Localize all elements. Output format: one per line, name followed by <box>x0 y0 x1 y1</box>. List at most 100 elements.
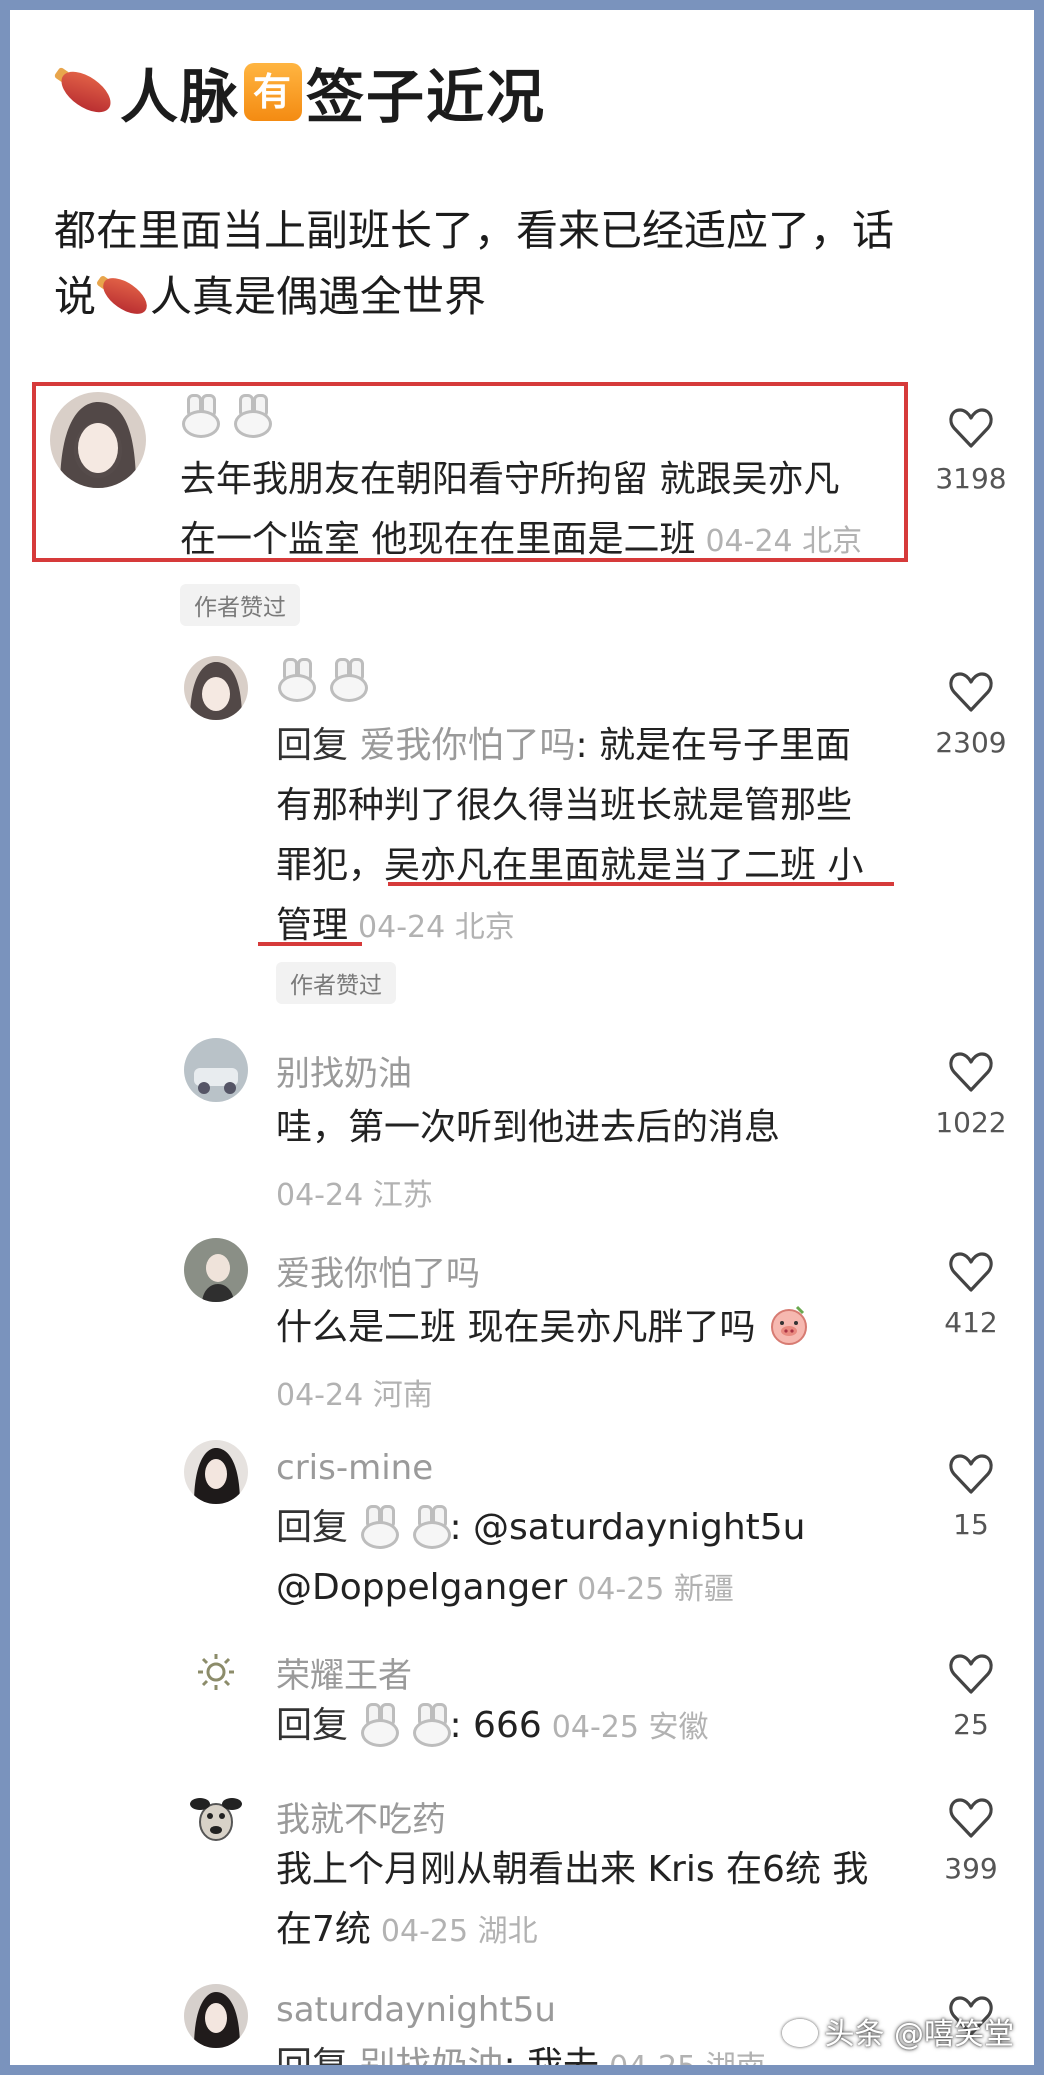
avatar[interactable] <box>184 1640 248 1704</box>
reply-prefix: 回复 <box>276 725 349 766</box>
post-title: 人脉 有 签子近况 <box>53 50 547 134</box>
bunny-icon <box>232 394 272 438</box>
heart-icon[interactable] <box>948 1452 994 1496</box>
comment-meta: 04-25 新疆 <box>577 1572 734 1607</box>
reply-target[interactable] <box>359 1505 452 1549</box>
username[interactable]: 别找奶油 <box>276 1046 412 1095</box>
comment-text: 什么是二班 现在吴亦凡胖了吗 <box>276 1298 811 1358</box>
liked-by-author-badge: 作者赞过 <box>276 962 396 1004</box>
avatar[interactable] <box>184 1984 248 2048</box>
comment-meta: 04-24 北京 <box>705 524 863 559</box>
avatar[interactable] <box>184 1784 248 1848</box>
like-count: 15 <box>953 1508 989 1541</box>
like-count: 1022 <box>935 1106 1007 1139</box>
comment-line-text: : 我去 <box>503 2045 599 2065</box>
username-bunnies[interactable] <box>180 394 272 443</box>
bunny-icon <box>180 394 220 438</box>
heart-icon[interactable] <box>948 1796 994 1840</box>
reply-prefix: 回复 <box>276 1507 349 1548</box>
avatar[interactable] <box>184 1238 248 1302</box>
comment-meta: 04-24 河南 <box>276 1378 433 1413</box>
post-body-text: 人真是偶遇全世界 <box>150 272 487 321</box>
comment-line-text: : 就是在号子里面 <box>575 725 852 766</box>
comment-text: 去年我朋友在朝阳看守所拘留 就跟吴亦凡 在一个监室 他现在在里面是二班 04-24… <box>180 450 862 572</box>
comment-line-text: 什么是二班 现在吴亦凡胖了吗 <box>276 1307 756 1348</box>
comment-line: 罪犯，吴亦凡在里面就是当了二班 小 <box>276 845 864 886</box>
comment-line-text: 管理 <box>276 905 349 946</box>
avatar[interactable] <box>184 656 248 720</box>
avatar[interactable] <box>184 1440 248 1504</box>
comment-line-text: 在一个监室 他现在在里面是二班 <box>180 519 696 560</box>
comment-meta: 04-25 安徽 <box>551 1710 709 1745</box>
reply-prefix: 回复 <box>276 2045 348 2065</box>
sweet-potato-icon <box>95 271 153 321</box>
title-text-2: 签子近况 <box>306 63 547 131</box>
bunny-icon <box>359 1703 400 1747</box>
comment-meta: 04-25 湖北 <box>380 1914 538 1949</box>
comment-text: 回复 : 666 04-25 安徽 <box>276 1696 708 1758</box>
comment-line: 在7统 04-25 湖北 <box>276 1900 868 1962</box>
heart-icon[interactable] <box>948 670 994 714</box>
heart-icon[interactable] <box>948 406 994 450</box>
username[interactable]: saturdaynight5u <box>276 1990 556 2030</box>
username[interactable]: 我就不吃药 <box>276 1792 446 1841</box>
comment-line: 在一个监室 他现在在里面是二班 04-24 北京 <box>180 510 862 572</box>
comment-line: 我上个月刚从朝看出来 Kris 在6统 我 <box>276 1849 869 1890</box>
comment-text: 回复 别找奶油: 我去 04-25 湖南 <box>276 2036 766 2065</box>
username-bunnies[interactable] <box>276 658 368 707</box>
comment-meta: 04-24 江苏 <box>276 1178 433 1213</box>
comment-meta: 04-24 北京 <box>358 910 515 945</box>
comment-text: 回复 : @saturdaynight5u @Doppelganger 04-25… <box>276 1498 806 1620</box>
highlight-underline <box>388 882 894 886</box>
reply-prefix: 回复 <box>276 1705 349 1746</box>
comment-line: 管理 04-24 北京 <box>276 896 863 958</box>
bunny-icon <box>359 1505 400 1549</box>
title-badge: 有 <box>244 63 303 121</box>
mention-link[interactable]: @Doppelganger <box>276 1567 567 1608</box>
title-text-1: 人脉 <box>120 63 241 131</box>
highlight-underline <box>258 942 362 946</box>
liked-by-author-badge: 作者赞过 <box>180 584 300 626</box>
like-count: 25 <box>953 1708 989 1741</box>
like-count: 2309 <box>935 726 1007 759</box>
like-count: 3198 <box>935 462 1007 495</box>
bunny-icon <box>411 1505 452 1549</box>
sweet-potato-icon <box>53 63 118 121</box>
watermark-text: 头条 @嘻笑堂 <box>824 2017 1014 2052</box>
post-body-text: 说 <box>54 272 97 321</box>
bunny-icon <box>276 658 316 702</box>
comment-text: 我上个月刚从朝看出来 Kris 在6统 我 在7统 04-25 湖北 <box>276 1840 868 1962</box>
username[interactable]: cris-mine <box>276 1448 433 1488</box>
bunny-icon <box>328 658 368 702</box>
comment-line: 回复 : @saturdaynight5u <box>276 1498 806 1558</box>
comment-line: 有那种判了很久得当班长就是管那些 <box>276 785 853 826</box>
reply-target[interactable] <box>359 1703 452 1747</box>
username[interactable]: 荣耀王者 <box>276 1648 412 1697</box>
post-body: 都在里面当上副班长了，看来已经适应了，话 说 人真是偶遇全世界 <box>54 198 984 330</box>
comment-text: 回复 爱我你怕了吗: 就是在号子里面 有那种判了很久得当班长就是管那些 罪犯，吴… <box>276 716 863 958</box>
comment-line-text: : @saturdaynight5u <box>449 1507 806 1548</box>
heart-icon[interactable] <box>948 1652 994 1696</box>
comment-line: @Doppelganger 04-25 新疆 <box>276 1558 806 1620</box>
post-screenshot: 人脉 有 签子近况 都在里面当上副班长了，看来已经适应了，话 说 人真是偶遇全世界… <box>10 10 1034 2065</box>
comment-line: 去年我朋友在朝阳看守所拘留 就跟吴亦凡 <box>180 459 840 500</box>
comment-text: 哇，第一次听到他进去后的消息 <box>276 1107 781 1148</box>
comment-meta: 04-25 湖南 <box>609 2050 766 2065</box>
pig-face-icon <box>770 1305 807 1345</box>
comment-line-text: 在7统 <box>276 1909 371 1950</box>
weibo-logo-icon <box>782 2019 819 2047</box>
reply-target[interactable]: 别找奶油 <box>359 2045 503 2065</box>
avatar[interactable] <box>50 392 146 488</box>
like-count: 412 <box>944 1306 998 1339</box>
avatar[interactable] <box>184 1038 248 1102</box>
username[interactable]: 爱我你怕了吗 <box>276 1246 480 1295</box>
post-body-line2: 说 人真是偶遇全世界 <box>54 264 984 330</box>
bunny-icon <box>411 1703 452 1747</box>
post-body-line1: 都在里面当上副班长了，看来已经适应了，话 <box>54 206 895 255</box>
comment-line-text: : 666 <box>449 1705 542 1746</box>
watermark: 头条 @嘻笑堂 <box>782 2009 1014 2053</box>
heart-icon[interactable] <box>948 1250 994 1294</box>
heart-icon[interactable] <box>948 1050 994 1094</box>
reply-target[interactable]: 爱我你怕了吗 <box>359 725 575 766</box>
comment-line: 回复 爱我你怕了吗: 就是在号子里面 <box>276 716 863 776</box>
